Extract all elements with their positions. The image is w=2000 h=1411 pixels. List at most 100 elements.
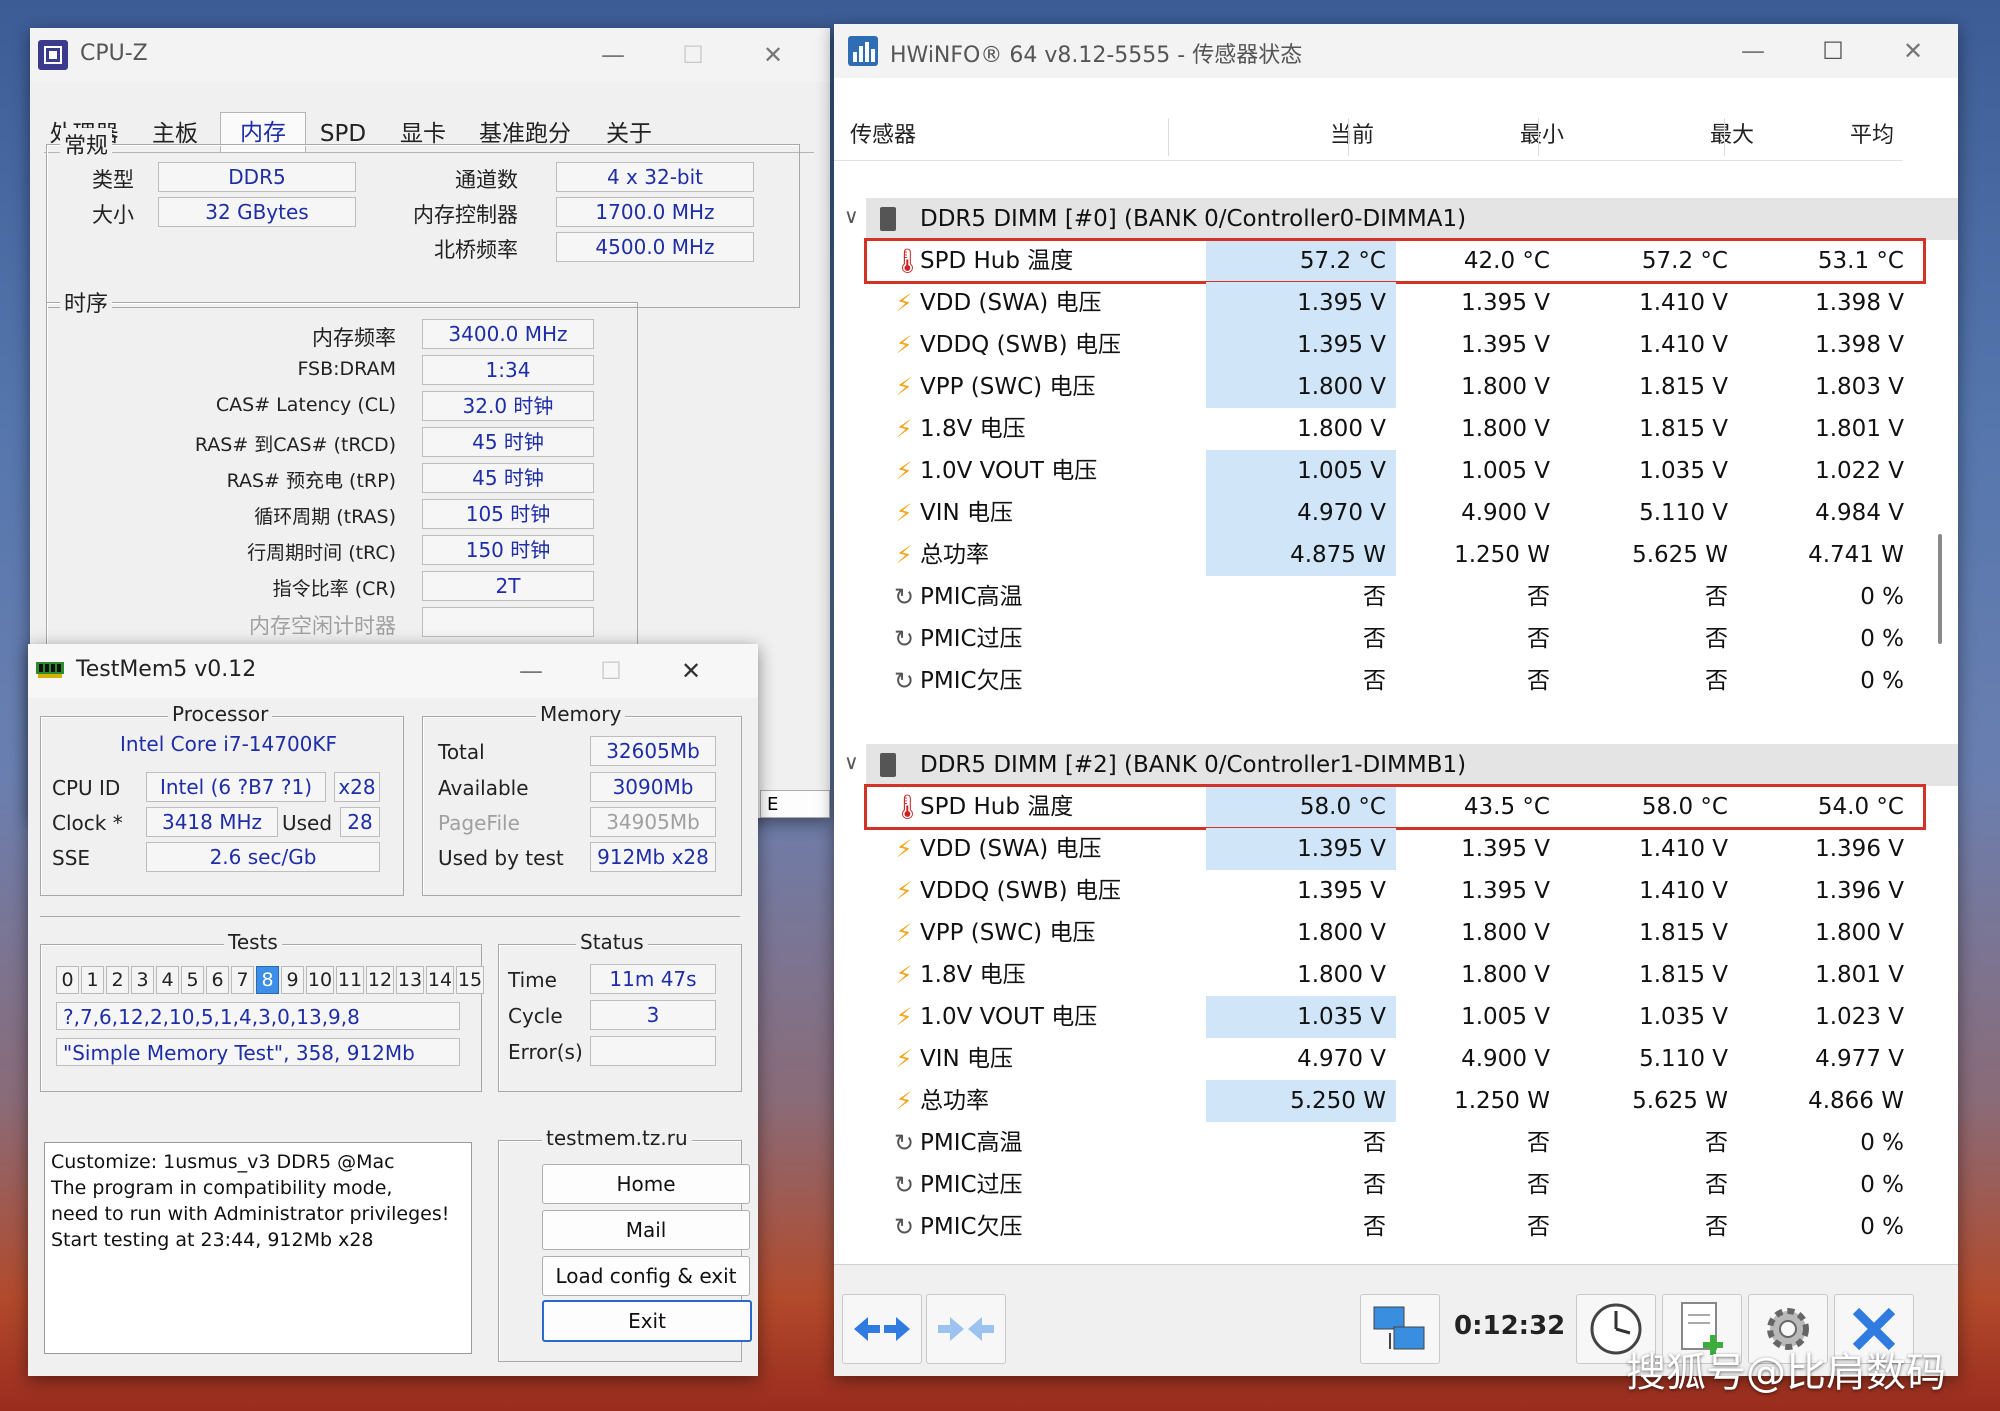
sensor-row[interactable]: ⚡ VDD (SWA) 电压 1.395 V 1.395 V 1.410 V 1.398 …: [866, 282, 1958, 324]
max-value: 否: [1705, 1130, 1728, 1156]
maximize-icon[interactable]: ☐: [588, 652, 634, 690]
bolt-icon: ⚡: [895, 877, 913, 905]
test-cell: 4: [156, 966, 179, 994]
current-value: 1.395 V: [1206, 282, 1396, 324]
sensor-row[interactable]: ⚡ 1.8V 电压 1.800 V 1.800 V 1.815 V 1.801 V: [866, 408, 1958, 450]
sensor-name: VIN 电压: [920, 500, 1014, 526]
min-value: 否: [1527, 1172, 1550, 1198]
channels-value: 4 x 32-bit: [556, 162, 754, 192]
avg-value: 0 %: [1860, 626, 1904, 652]
type-label: 类型: [92, 168, 134, 192]
sensor-name: PMIC过压: [920, 1172, 1023, 1198]
bolt-icon: ⚡: [895, 835, 913, 863]
sensor-row[interactable]: ↻ PMIC欠压 否 否 否 0 %: [866, 1206, 1958, 1248]
current-value: 4.970 V: [1206, 492, 1396, 534]
maximize-icon[interactable]: ☐: [670, 36, 716, 74]
current-value: 否: [1363, 584, 1386, 610]
current-value: 4.875 W: [1206, 534, 1396, 576]
cpu-name: Intel Core i7-14700KF: [120, 732, 338, 756]
sensor-row[interactable]: ⚡ 1.8V 电压 1.800 V 1.800 V 1.815 V 1.801 V: [866, 954, 1958, 996]
avg-value: 0 %: [1860, 584, 1904, 610]
scrollbar-thumb[interactable]: [1938, 534, 1942, 644]
timing-label: RAS# 预充电 (tRP): [226, 470, 396, 492]
sensor-row[interactable]: ⚡ 总功率 4.875 W 1.250 W 5.625 W 4.741 W: [866, 534, 1958, 576]
sensor-row[interactable]: ↻ PMIC高温 否 否 否 0 %: [866, 1122, 1958, 1164]
timing-label: RAS# 到CAS# (tRCD): [194, 434, 396, 456]
cycle-value: 3: [590, 1000, 716, 1030]
load-config-button[interactable]: Load config & exit: [542, 1256, 750, 1296]
minimize-icon[interactable]: —: [590, 36, 636, 74]
timing-label: FSB:DRAM: [297, 358, 396, 380]
avg-value: 1.023 V: [1815, 1004, 1904, 1030]
type-value: DDR5: [158, 162, 356, 192]
avg-value: 1.800 V: [1815, 920, 1904, 946]
highlight-outline: [864, 784, 1926, 830]
sensor-row[interactable]: ⚡ VIN 电压 4.970 V 4.900 V 5.110 V 4.977 V: [866, 1038, 1958, 1080]
sensor-group-header[interactable]: ∨ DDR5 DIMM [#2] (BANK 0/Controller1-DIMM…: [844, 744, 1958, 786]
close-icon[interactable]: ✕: [750, 36, 796, 74]
used-value: 28: [340, 807, 380, 837]
time-value: 11m 47s: [590, 964, 716, 994]
min-value: 否: [1527, 584, 1550, 610]
max-value: 1.035 V: [1639, 458, 1728, 484]
timing-label: 行周期时间 (tRC): [247, 542, 396, 564]
min-value: 1.250 W: [1454, 1088, 1550, 1114]
home-button[interactable]: Home: [542, 1164, 750, 1204]
timer: 0:12:32: [1454, 1311, 1566, 1341]
log-line: Start testing at 23:44, 912Mb x28: [51, 1229, 374, 1251]
watermark: 搜狐号@比肩数码: [1626, 1350, 1946, 1396]
bolt-icon: ⚡: [895, 1045, 913, 1073]
sensor-row[interactable]: ⚡ VDDQ (SWB) 电压 1.395 V 1.395 V 1.410 V 1.398…: [866, 324, 1958, 366]
network-button[interactable]: [1360, 1294, 1440, 1364]
log-box[interactable]: Customize: 1usmus_v3 DDR5 @Mac The progr…: [44, 1142, 472, 1354]
nav-arrows-button[interactable]: [842, 1294, 922, 1364]
avg-value: 1.396 V: [1815, 878, 1904, 904]
sensor-row[interactable]: ↻ PMIC欠压 否 否 否 0 %: [866, 660, 1958, 702]
sensor-row[interactable]: ⚡ VPP (SWC) 电压 1.800 V 1.800 V 1.815 V 1.800 …: [866, 912, 1958, 954]
avg-value: 4.866 W: [1808, 1088, 1904, 1114]
sensor-group-name: DDR5 DIMM [#2] (BANK 0/Controller1-DIMMB…: [920, 752, 1467, 778]
sensor-row[interactable]: ⚡ VDDQ (SWB) 电压 1.395 V 1.395 V 1.410 V 1.396…: [866, 870, 1958, 912]
current-value: 1.800 V: [1206, 366, 1396, 408]
sensor-group-header[interactable]: ∨ DDR5 DIMM [#0] (BANK 0/Controller0-DIMM…: [844, 198, 1958, 240]
clock-icon: ↻: [893, 667, 915, 695]
min-value: 否: [1527, 1214, 1550, 1240]
chevron-down-icon[interactable]: ∨: [844, 204, 859, 228]
bolt-icon: ⚡: [895, 373, 913, 401]
collapse-arrows-button[interactable]: [926, 1294, 1006, 1364]
sensor-row[interactable]: ↻ PMIC过压 否 否 否 0 %: [866, 618, 1958, 660]
cpuid-threads: x28: [334, 772, 380, 802]
sensor-row[interactable]: ⚡ VPP (SWC) 电压 1.800 V 1.800 V 1.815 V 1.803 …: [866, 366, 1958, 408]
mail-button[interactable]: Mail: [542, 1210, 750, 1250]
close-icon[interactable]: ✕: [668, 652, 714, 690]
sse-value: 2.6 sec/Gb: [146, 842, 380, 872]
sensor-row[interactable]: ↻ PMIC高温 否 否 否 0 %: [866, 576, 1958, 618]
timing-value: 2T: [422, 571, 594, 601]
avg-value: 0 %: [1860, 1130, 1904, 1156]
nb-label: 北桥频率: [434, 238, 518, 262]
minimize-icon[interactable]: —: [508, 652, 554, 690]
sensor-row[interactable]: ⚡ 1.0V VOUT 电压 1.035 V 1.005 V 1.035 V 1.023 …: [866, 996, 1958, 1038]
available-label: Available: [438, 776, 529, 800]
sensor-row[interactable]: ⚡ VDD (SWA) 电压 1.395 V 1.395 V 1.410 V 1.396 …: [866, 828, 1958, 870]
max-value: 1.815 V: [1639, 416, 1728, 442]
nb-value: 4500.0 MHz: [556, 232, 754, 262]
exit-button[interactable]: Exit: [542, 1300, 752, 1342]
sensor-row[interactable]: ↻ PMIC过压 否 否 否 0 %: [866, 1164, 1958, 1206]
testmem-titlebar[interactable]: TestMem5 v0.12 — ☐ ✕: [28, 644, 758, 698]
highlight-outline: [864, 238, 1926, 284]
chevron-down-icon[interactable]: ∨: [844, 750, 859, 774]
timing-value: 45 时钟: [422, 463, 594, 493]
cpuz-titlebar[interactable]: CPU-Z — ☐ ✕: [30, 28, 830, 82]
max-value: 否: [1705, 668, 1728, 694]
sensor-row[interactable]: ⚡ VIN 电压 4.970 V 4.900 V 5.110 V 4.984 V: [866, 492, 1958, 534]
sensor-list[interactable]: ∨ DDR5 DIMM [#0] (BANK 0/Controller0-DIMM…: [834, 24, 1958, 1264]
partial-button[interactable]: E: [760, 790, 830, 818]
min-value: 1.005 V: [1461, 458, 1550, 484]
usedbytest-value: 912Mb x28: [590, 842, 716, 872]
max-value: 否: [1705, 1214, 1728, 1240]
sensor-row[interactable]: ⚡ 1.0V VOUT 电压 1.005 V 1.005 V 1.035 V 1.022 …: [866, 450, 1958, 492]
sensor-row[interactable]: ⚡ 总功率 5.250 W 1.250 W 5.625 W 4.866 W: [866, 1080, 1958, 1122]
avg-value: 1.803 V: [1815, 374, 1904, 400]
test-cell: 10: [306, 966, 334, 994]
